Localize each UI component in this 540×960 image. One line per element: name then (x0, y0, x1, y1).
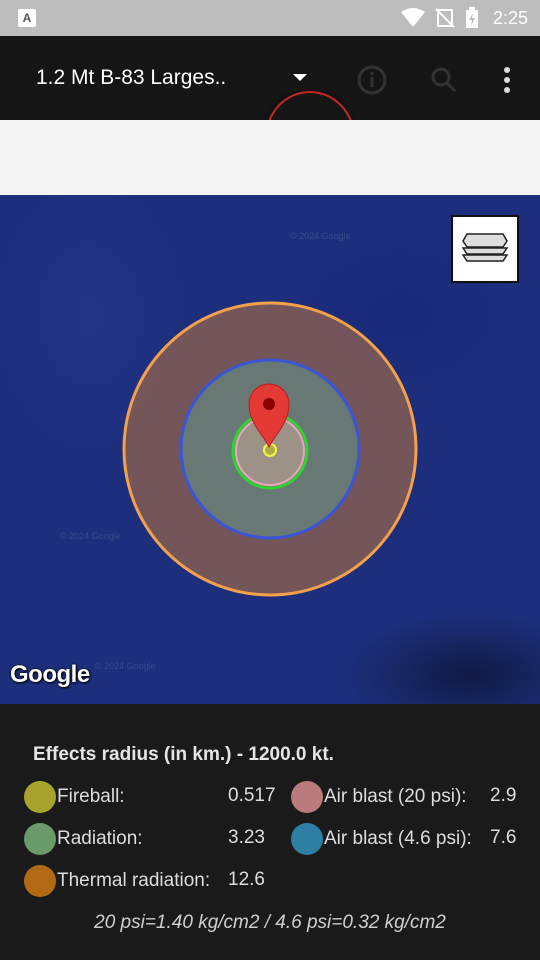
legend-value: 0.517 (228, 785, 276, 806)
radiation-color-dot (24, 823, 56, 855)
effects-heading: Effects radius (in km.) - 1200.0 kt. (33, 744, 334, 765)
legend-value: 12.6 (228, 869, 265, 890)
dropdown-arrow-icon[interactable] (285, 66, 315, 90)
overflow-menu-icon[interactable] (491, 64, 523, 96)
app-toolbar: 1.2 Mt B-83 Larges.. (0, 36, 540, 185)
layers-icon (461, 233, 509, 262)
battery-charging-icon (465, 7, 478, 28)
thermal-radiation-color-dot (24, 865, 56, 897)
weapon-title[interactable]: 1.2 Mt B-83 Larges.. (36, 66, 256, 90)
legend-air-blast-20-psi: Air blast (20 psi): (291, 781, 467, 813)
no-sim-icon (435, 8, 455, 28)
google-logo: Google (10, 661, 90, 688)
legend-value: 2.9 (490, 785, 516, 806)
fireball-color-dot (24, 781, 56, 813)
legend-air-blast-4-6-psi: Air blast (4.6 psi): (291, 823, 472, 855)
search-icon[interactable] (428, 64, 460, 96)
app-notification-icon: A (18, 9, 36, 27)
legend-value: 7.6 (490, 827, 516, 848)
effects-panel: Effects radius (in km.) - 1200.0 kt. Fir… (0, 704, 540, 960)
status-time: 2:25 (492, 7, 528, 28)
legend-label: Thermal radiation: (57, 870, 211, 891)
legend-label: Air blast (4.6 psi): (324, 828, 472, 849)
legend-label: Air blast (20 psi): (324, 786, 467, 807)
blank-banner-area (0, 120, 540, 195)
air-blast-20-psi-color-dot (291, 781, 323, 813)
wifi-icon (400, 8, 425, 27)
legend-value: 3.23 (228, 827, 265, 848)
legend-label: Radiation: (57, 828, 143, 849)
legend-thermal-radiation: Thermal radiation: (24, 865, 210, 897)
legend-label: Fireball: (57, 786, 125, 807)
info-icon[interactable] (356, 64, 388, 96)
satellite-map[interactable]: © 2024 Google © 2024 Google © 2024 Googl… (0, 195, 540, 704)
status-bar: A 2:25 (0, 0, 540, 36)
map-layers-button[interactable] (451, 215, 519, 283)
legend-radiation: Radiation: (24, 823, 143, 855)
legend-fireball: Fireball: (24, 781, 125, 813)
psi-conversion-note: 20 psi=1.40 kg/cm2 / 4.6 psi=0.32 kg/cm2 (94, 912, 446, 933)
air-blast-4-6-psi-color-dot (291, 823, 323, 855)
